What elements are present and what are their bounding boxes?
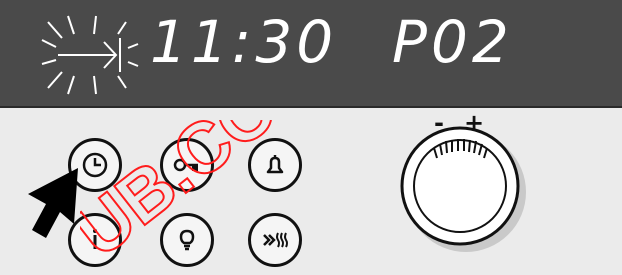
lcd-display: 11:30 P02 bbox=[0, 0, 622, 106]
watermark-logo: UB.COM bbox=[80, 120, 341, 270]
watermark-text: UB.COM bbox=[80, 120, 340, 270]
control-knob[interactable] bbox=[398, 124, 528, 254]
time-readout: 11:30 bbox=[150, 8, 338, 76]
blinking-arrow-icon bbox=[41, 15, 139, 95]
program-readout: P02 bbox=[392, 8, 513, 76]
oven-control-panel: 11:30 P02 -+ UB.COM bbox=[0, 0, 622, 275]
